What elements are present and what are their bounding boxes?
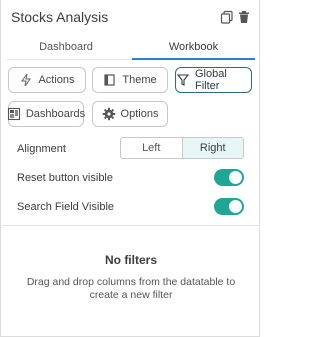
trash-icon[interactable] — [237, 10, 251, 24]
options-button-label: Options — [120, 108, 159, 120]
alignment-segmented-control: Left Right — [120, 137, 244, 159]
tab-dashboard[interactable]: Dashboard — [7, 34, 125, 60]
lightning-icon — [19, 73, 33, 87]
tab-bar: Dashboard Workbook — [7, 34, 255, 60]
reset-button-visible-label: Reset button visible — [17, 172, 113, 184]
page-title: Stocks Analysis — [11, 9, 109, 25]
theme-button-label: Theme — [122, 74, 157, 86]
copy-icon[interactable] — [220, 10, 234, 24]
empty-state-title: No filters — [104, 253, 157, 267]
search-field-visible-toggle[interactable] — [214, 198, 244, 215]
active-tab-indicator — [132, 58, 255, 60]
global-filter-button-label: Global Filter — [195, 68, 227, 92]
gear-icon — [102, 107, 116, 121]
theme-icon — [103, 73, 117, 87]
empty-state-description: Drag and drop columns from the datatable… — [26, 276, 236, 301]
actions-button[interactable]: Actions — [8, 67, 86, 93]
global-filter-button[interactable]: Global Filter — [175, 67, 252, 93]
panel-header: Stocks Analysis — [7, 0, 255, 34]
dashboards-button-label: Dashboards — [25, 108, 86, 120]
reset-button-visible-toggle[interactable] — [214, 169, 244, 186]
alignment-right-option[interactable]: Right — [182, 138, 243, 158]
theme-button[interactable]: Theme — [92, 67, 168, 93]
search-field-visible-label: Search Field Visible — [17, 201, 115, 213]
toggle-knob — [229, 200, 242, 213]
filter-icon — [176, 73, 190, 87]
alignment-label: Alignment — [17, 143, 66, 155]
actions-button-label: Actions — [38, 74, 75, 86]
options-button[interactable]: Options — [92, 101, 168, 127]
section-divider — [2, 225, 260, 226]
tab-workbook[interactable]: Workbook — [132, 34, 255, 60]
workbook-panel: Stocks Analysis Dashboard Workbook Actio… — [0, 0, 260, 337]
dashboard-icon — [7, 107, 21, 121]
toggle-knob — [229, 171, 242, 184]
alignment-left-option[interactable]: Left — [121, 138, 183, 158]
dashboards-button[interactable]: Dashboards — [7, 101, 86, 127]
